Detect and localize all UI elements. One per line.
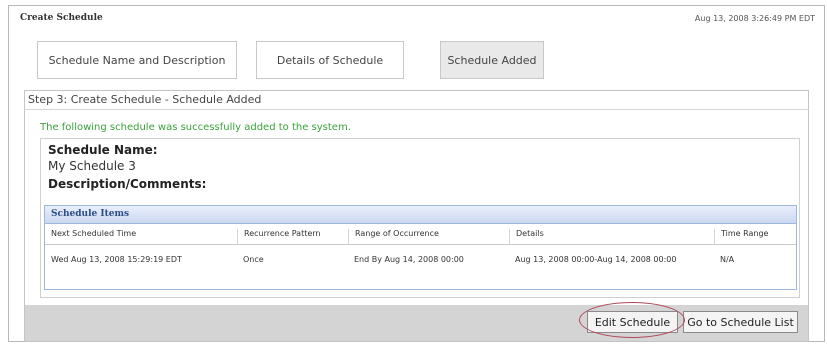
schedule-name-value: My Schedule 3	[48, 159, 136, 173]
table-cell: Wed Aug 13, 2008 15:29:19 EDT	[51, 255, 182, 264]
step-header: Step 3: Create Schedule - Schedule Added	[24, 90, 809, 110]
description-label: Description/Comments:	[48, 177, 207, 191]
table-cell: N/A	[720, 255, 735, 264]
column-header: Recurrence Pattern	[237, 229, 348, 245]
edit-schedule-button[interactable]: Edit Schedule	[587, 311, 678, 333]
table-cell: Once	[243, 255, 264, 264]
table-cell: Aug 13, 2008 00:00-Aug 14, 2008 00:00	[515, 255, 677, 264]
go-to-schedule-list-button[interactable]: Go to Schedule List	[683, 311, 798, 333]
tab-schedule-name-description[interactable]: Schedule Name and Description	[37, 41, 237, 79]
table-cell: End By Aug 14, 2008 00:00	[354, 255, 464, 264]
tab-schedule-added[interactable]: Schedule Added	[440, 41, 544, 79]
column-header: Details	[509, 229, 714, 245]
success-message: The following schedule was successfully …	[40, 122, 351, 133]
tab-details-of-schedule[interactable]: Details of Schedule	[256, 41, 404, 79]
page-timestamp: Aug 13, 2008 3:26:49 PM EDT	[694, 14, 815, 23]
schedule-name-label: Schedule Name:	[48, 143, 158, 157]
column-header: Next Scheduled Time	[51, 229, 137, 238]
schedule-items-title: Schedule Items	[45, 206, 796, 224]
column-header: Range of Occurrence	[348, 229, 509, 245]
page-title: Create Schedule	[20, 13, 103, 23]
column-header: Time Range	[714, 229, 796, 245]
